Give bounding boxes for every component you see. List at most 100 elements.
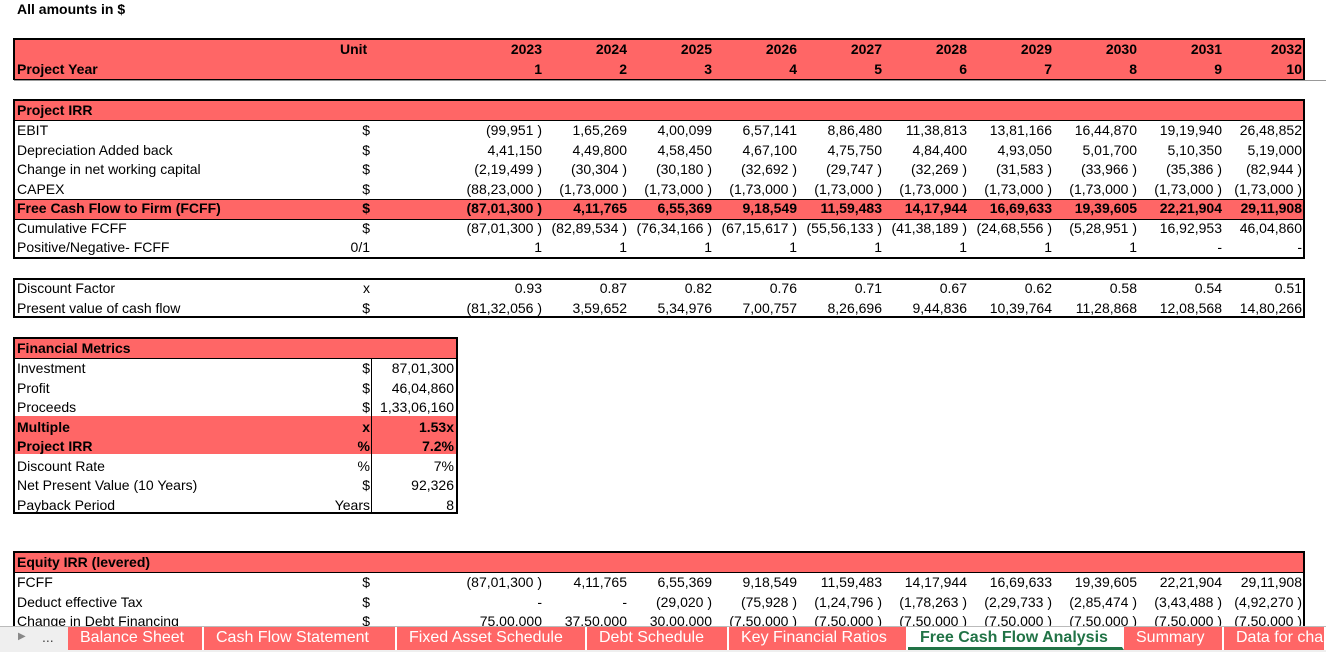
metric-value: 1.53x bbox=[418, 418, 454, 435]
value-cell: 29,11,908 bbox=[1240, 574, 1302, 590]
sheet-tab-summary[interactable]: Summary bbox=[1124, 627, 1224, 650]
value-cell: (81,32,056 ) bbox=[466, 299, 543, 316]
value-cell: 1,65,269 bbox=[572, 122, 628, 138]
metric-unit: Years bbox=[334, 496, 370, 513]
row-unit: 0/1 bbox=[350, 239, 370, 255]
row-unit: $ bbox=[362, 593, 370, 610]
metric-value: 1,33,06,160 bbox=[380, 399, 454, 415]
value-cell: (30,180 ) bbox=[655, 161, 712, 177]
year-cell: 2025 bbox=[680, 41, 712, 57]
value-cell: 22,21,904 bbox=[1159, 574, 1222, 590]
row-unit: $ bbox=[362, 219, 370, 236]
period-cell: 10 bbox=[1286, 61, 1302, 77]
row-unit: $ bbox=[362, 141, 370, 158]
metric-row: Proceeds $1,33,06,160 bbox=[0, 398, 460, 417]
row-unit: $ bbox=[362, 161, 370, 177]
year-cell: 2032 bbox=[1270, 41, 1302, 57]
value-cell: 0.58 bbox=[1109, 280, 1137, 296]
value-cell: (55,56,133 ) bbox=[806, 219, 883, 236]
period-cell: 9 bbox=[1214, 61, 1222, 77]
value-cell: 7,00,757 bbox=[742, 299, 798, 316]
sheet-tab-cash-flow-statement[interactable]: Cash Flow Statement bbox=[204, 627, 397, 650]
metric-label: Project IRR bbox=[17, 438, 93, 454]
metric-label: Proceeds bbox=[17, 399, 77, 415]
value-cell: 12,08,568 bbox=[1159, 299, 1222, 316]
value-cell: 0.71 bbox=[854, 280, 882, 296]
value-cell: (1,73,000 ) bbox=[899, 180, 967, 197]
value-cell: 4,49,800 bbox=[572, 141, 628, 158]
year-cell: 2031 bbox=[1190, 41, 1222, 57]
value-cell: (35,386 ) bbox=[1165, 161, 1222, 177]
table-row: Present value of cash flow $ (81,32,056 ) 3… bbox=[0, 299, 1326, 318]
value-cell: 0.87 bbox=[599, 280, 627, 296]
value-cell: 4,67,100 bbox=[742, 141, 798, 158]
value-cell: 11,28,868 bbox=[1075, 299, 1137, 316]
sheet-tab-debt-schedule[interactable]: Debt Schedule bbox=[587, 627, 729, 650]
value-cell: (1,73,000 ) bbox=[814, 180, 882, 197]
value-cell: 6,57,141 bbox=[742, 122, 798, 138]
value-cell: 4,75,750 bbox=[827, 141, 883, 158]
project-year-label: Project Year bbox=[17, 61, 98, 77]
value-cell: 16,69,633 bbox=[989, 200, 1052, 216]
metric-value: 7.2% bbox=[422, 438, 454, 454]
value-cell: - bbox=[537, 593, 542, 610]
value-cell: 4,41,150 bbox=[487, 141, 543, 158]
value-cell: (2,85,474 ) bbox=[1069, 593, 1137, 610]
period-cell: 1 bbox=[534, 61, 542, 77]
value-cell: 14,17,944 bbox=[904, 574, 967, 590]
sheet-tab-key-financial-ratios[interactable]: Key Financial Ratios bbox=[729, 627, 908, 650]
value-cell: (30,304 ) bbox=[570, 161, 627, 177]
value-cell: 5,19,000 bbox=[1247, 141, 1303, 158]
scroll-left-icon[interactable]: ▶ bbox=[18, 631, 26, 642]
value-cell: 6,55,369 bbox=[657, 574, 713, 590]
value-cell: 4,11,765 bbox=[573, 574, 627, 590]
value-cell: (1,73,000 ) bbox=[1234, 180, 1302, 197]
value-cell: 1 bbox=[704, 239, 712, 255]
value-cell: 1 bbox=[1129, 239, 1137, 255]
metric-unit: x bbox=[362, 418, 370, 435]
value-cell: (2,29,733 ) bbox=[984, 593, 1052, 610]
sheet-tab-free-cash-flow-analysis[interactable]: Free Cash Flow Analysis bbox=[908, 627, 1124, 650]
metric-row: Investment $87,01,300 bbox=[0, 359, 460, 378]
sheet-tab-fixed-asset-schedule[interactable]: Fixed Asset Schedule bbox=[397, 627, 587, 650]
period-cell: 2 bbox=[619, 61, 627, 77]
value-cell: 4,11,765 bbox=[573, 200, 627, 216]
value-cell: (1,78,263 ) bbox=[899, 593, 967, 610]
metric-value: 7% bbox=[433, 457, 454, 474]
table-row: Cumulative FCFF $ (87,01,300 ) (82,89,534 )… bbox=[0, 219, 1326, 238]
row-label: Cumulative FCFF bbox=[17, 219, 127, 236]
unit-header: Unit bbox=[340, 41, 368, 57]
metric-unit: $ bbox=[362, 379, 370, 396]
table-row: Positive/Negative- FCFF 0/1 1 1 1 1 1 1 1 1 - - bbox=[0, 238, 1326, 257]
more-sheets-button[interactable]: ... bbox=[42, 629, 54, 645]
row-unit: $ bbox=[362, 180, 370, 197]
value-cell: (75,928 ) bbox=[740, 593, 797, 610]
year-cell: 2027 bbox=[850, 41, 882, 57]
value-cell: (29,020 ) bbox=[655, 593, 712, 610]
metric-unit: % bbox=[357, 438, 370, 454]
row-label: Positive/Negative- FCFF bbox=[17, 239, 170, 255]
metric-row: Payback Period Years 8 bbox=[0, 496, 460, 515]
value-cell: (3,43,488 ) bbox=[1154, 593, 1222, 610]
value-cell: (82,944 ) bbox=[1245, 161, 1302, 177]
row-label: EBIT bbox=[17, 122, 49, 138]
row-label: Change in net working capital bbox=[17, 161, 201, 177]
value-cell: 0.82 bbox=[684, 280, 712, 296]
value-cell: 4,00,099 bbox=[657, 122, 713, 138]
value-cell: 1 bbox=[959, 239, 967, 255]
value-cell: 11,59,483 bbox=[820, 574, 882, 590]
metric-value: 87,01,300 bbox=[391, 360, 454, 376]
sheet-tab-balance-sheet[interactable]: Balance Sheet bbox=[68, 627, 204, 650]
value-cell: 4,58,450 bbox=[657, 141, 713, 158]
value-cell: (33,966 ) bbox=[1080, 161, 1137, 177]
metric-row: Net Present Value (10 Years) $92,326 bbox=[0, 476, 460, 495]
table-row: CAPEX $ (88,23,000 ) (1,73,000 ) (1,73,000 )… bbox=[0, 180, 1326, 199]
row-label: Depreciation Added back bbox=[17, 141, 173, 158]
value-cell: - bbox=[1217, 239, 1222, 255]
value-cell: (31,583 ) bbox=[995, 161, 1052, 177]
value-cell: 1 bbox=[789, 239, 797, 255]
value-cell: 9,18,549 bbox=[742, 200, 798, 216]
sheet-tab-data-for-cha[interactable]: Data for cha bbox=[1224, 627, 1326, 650]
metric-unit: $ bbox=[362, 477, 370, 493]
year-cell: 2023 bbox=[510, 41, 542, 57]
